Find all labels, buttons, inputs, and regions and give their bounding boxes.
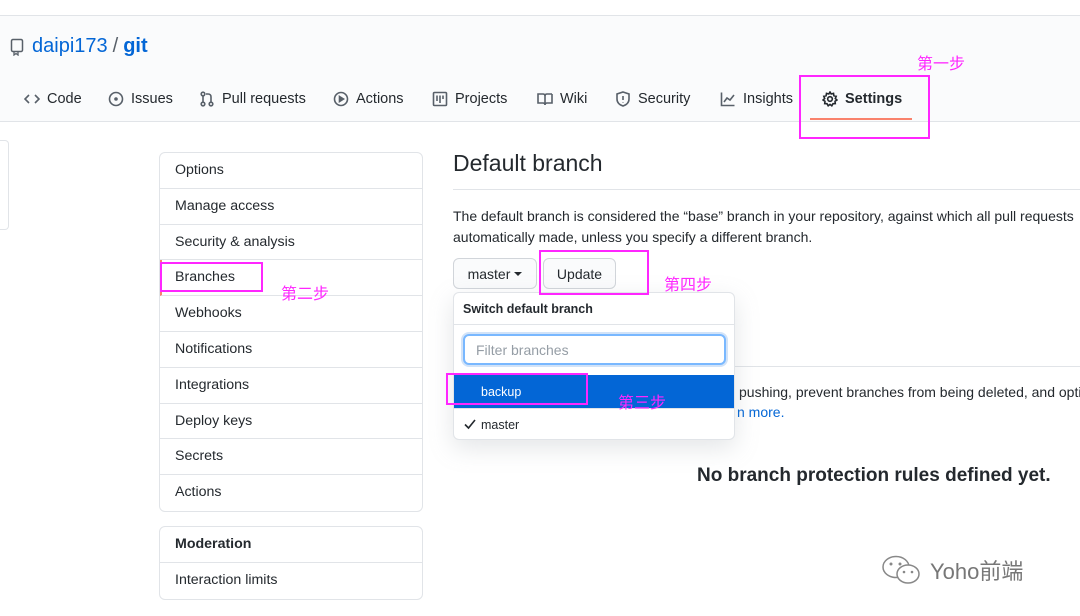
watermark-text: Yoho前端 — [930, 559, 1024, 584]
moderation-heading: Moderation — [160, 527, 422, 563]
sidebar-item-integrations[interactable]: Integrations — [160, 368, 422, 404]
repo-owner-link[interactable]: daipi173 — [32, 35, 108, 58]
tab-projects[interactable]: Projects — [432, 80, 507, 118]
tab-wiki[interactable]: Wiki — [537, 80, 587, 118]
step2-label: 第二步 — [281, 286, 330, 303]
tab-security[interactable]: Security — [615, 80, 690, 118]
tab-issues[interactable]: Issues — [108, 80, 173, 118]
step4-highlight-box — [539, 250, 649, 295]
tab-code-label: Code — [47, 91, 82, 107]
description-line-1: The default branch is considered the “ba… — [453, 208, 1074, 224]
graph-icon — [720, 92, 735, 107]
sidebar-item-deploy-keys[interactable]: Deploy keys — [160, 404, 422, 440]
step1-label: 第一步 — [917, 56, 966, 73]
top-bar — [0, 0, 1080, 16]
wechat-watermark: Yoho前端 — [880, 553, 1023, 587]
issue-icon — [108, 91, 124, 107]
filter-branches-input[interactable] — [463, 334, 726, 365]
step2-highlight-box — [160, 262, 263, 292]
no-protection-rules-message: No branch protection rules defined yet. — [697, 465, 1051, 486]
sidebar-item-notifications[interactable]: Notifications — [160, 332, 422, 368]
description-line-2: automatically made, unless you specify a… — [453, 229, 813, 245]
pull-request-icon — [200, 91, 214, 107]
tab-wiki-label: Wiki — [560, 91, 588, 107]
tab-issues-label: Issues — [131, 91, 173, 107]
step4-label: 第四步 — [664, 277, 713, 294]
shield-icon — [616, 91, 630, 107]
step1-highlight-box — [799, 75, 930, 139]
caret-down-icon — [514, 271, 523, 276]
sidebar-item-actions[interactable]: Actions — [160, 475, 422, 511]
repo-icon — [10, 38, 24, 56]
section-title: Default branch — [453, 150, 1080, 190]
section-divider — [735, 366, 1080, 367]
tab-actions[interactable]: Actions — [333, 80, 404, 118]
step3-label: 第三步 — [618, 395, 667, 412]
branch-option-label: master — [481, 418, 520, 432]
project-icon — [432, 91, 448, 107]
settings-sidebar: Options Manage access Security & analysi… — [159, 152, 423, 512]
tab-insights-label: Insights — [743, 91, 793, 107]
switch-branch-dropdown: Switch default branch backup master — [453, 292, 735, 440]
wechat-icon — [882, 555, 920, 584]
branch-select-button[interactable]: master — [453, 258, 537, 289]
tab-projects-label: Projects — [455, 91, 508, 107]
dropdown-title: Switch default branch — [454, 293, 734, 325]
book-icon — [537, 93, 553, 106]
learn-more-link[interactable]: n more. — [737, 404, 784, 420]
branch-option-master[interactable]: master — [454, 408, 734, 441]
moderation-sidebar: Moderation Interaction limits — [159, 526, 423, 600]
sidebar-item-secrets[interactable]: Secrets — [160, 439, 422, 476]
sidebar-item-options[interactable]: Options — [160, 153, 422, 189]
tab-actions-label: Actions — [356, 91, 404, 107]
branch-select-label: master — [467, 265, 511, 282]
repo-name-link[interactable]: git — [123, 35, 147, 58]
sidebar-item-interaction-limits[interactable]: Interaction limits — [160, 563, 422, 599]
repo-title: daipi173 / git — [10, 35, 148, 58]
tab-pull-requests-label: Pull requests — [222, 91, 306, 107]
section-description: The default branch is considered the “ba… — [453, 206, 1080, 248]
default-branch-section: Default branch The default branch is con… — [453, 150, 1080, 248]
sidebar-item-security-analysis[interactable]: Security & analysis — [160, 225, 422, 261]
tab-pull-requests[interactable]: Pull requests — [199, 80, 306, 118]
tab-insights[interactable]: Insights — [720, 80, 793, 118]
tab-security-label: Security — [638, 91, 691, 107]
branch-protection-description: pushing, prevent branches from being del… — [739, 384, 1080, 400]
tab-code[interactable]: Code — [24, 80, 82, 118]
play-icon — [333, 91, 349, 107]
repo-separator: / — [112, 35, 119, 57]
step3-highlight-box — [446, 373, 588, 405]
check-icon — [464, 419, 476, 430]
left-panel-edge — [0, 140, 9, 230]
code-icon — [24, 94, 40, 104]
sidebar-item-manage-access[interactable]: Manage access — [160, 189, 422, 225]
